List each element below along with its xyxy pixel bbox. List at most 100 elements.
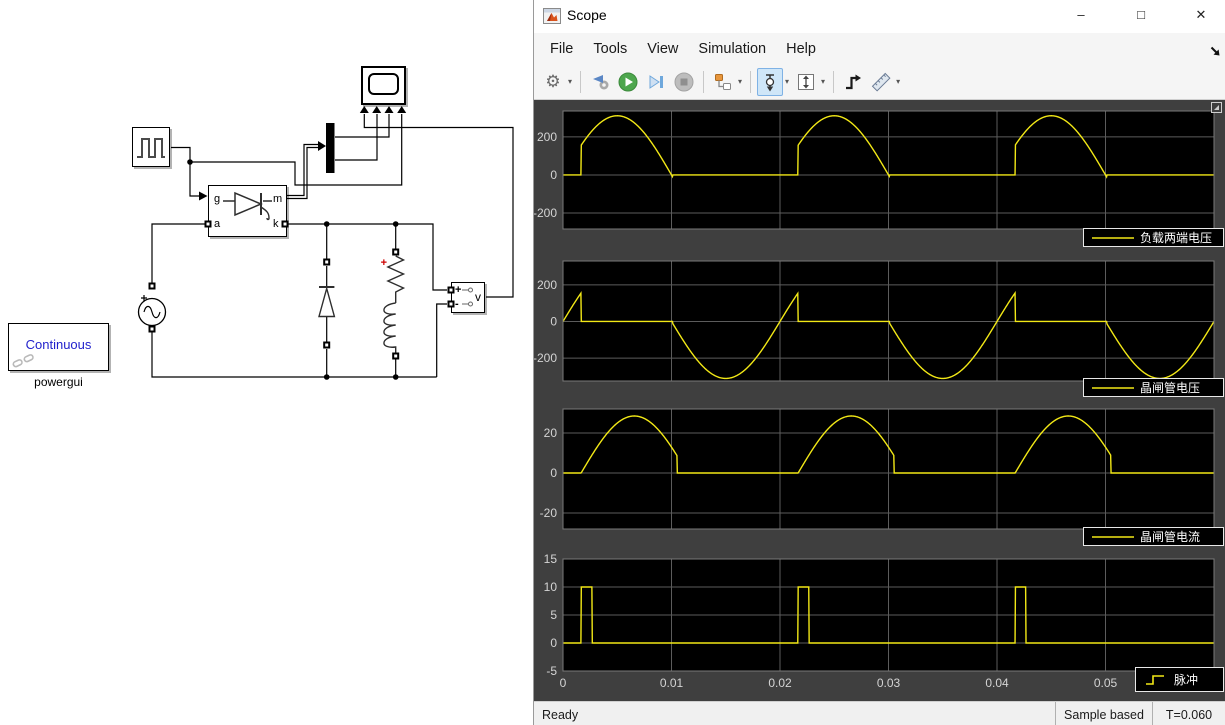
pulse-generator-block[interactable]	[132, 127, 170, 167]
svg-text:0: 0	[550, 466, 557, 480]
ac-voltage-source-block[interactable]	[137, 295, 167, 327]
powergui-block[interactable]: Continuous	[8, 323, 109, 371]
span-caret[interactable]: ▾	[821, 77, 825, 86]
legend-label: 晶闸管电流	[1140, 530, 1201, 544]
cursor-measurements-caret[interactable]: ▾	[785, 77, 789, 86]
maximize-button[interactable]: □	[1124, 0, 1158, 30]
powergui-label: powergui	[34, 375, 83, 389]
svg-text:200: 200	[537, 130, 557, 144]
status-sample-mode: Sample based	[1055, 702, 1152, 725]
scope-app-icon	[543, 8, 561, 24]
dock-icon[interactable]	[1209, 45, 1222, 58]
menu-view[interactable]: View	[637, 37, 688, 61]
legend-label: 晶闸管电压	[1140, 381, 1201, 395]
stop-button	[671, 68, 697, 96]
port-squares	[148, 220, 455, 360]
step-forward-icon	[649, 74, 664, 89]
svg-text:0: 0	[550, 636, 557, 650]
scope-screen-icon	[368, 73, 399, 95]
legend-thyristor-voltage[interactable]: 晶闸管电压	[1083, 378, 1224, 397]
menu-help[interactable]: Help	[776, 37, 826, 61]
menu-tools[interactable]: Tools	[583, 37, 637, 61]
square-wave-icon	[137, 138, 165, 158]
broken-chain-icon	[12, 354, 34, 368]
rl-polarity-plus: +	[381, 257, 387, 269]
toolbar: ⚙ ▾ ▾ ▾ ▾ ▾	[534, 64, 1225, 100]
span-button[interactable]	[793, 68, 819, 96]
svg-text:0: 0	[550, 168, 557, 182]
cursor-measurements-icon	[765, 73, 775, 91]
configure-signals-caret[interactable]: ▾	[738, 77, 742, 86]
trigger-icon	[846, 74, 862, 89]
configure-signals-icon	[715, 73, 732, 90]
legend-load-voltage[interactable]: 负载两端电压	[1083, 228, 1224, 247]
legend-label: 脉冲	[1174, 673, 1199, 687]
svg-text:0.03: 0.03	[877, 676, 901, 690]
panel-expand-icon[interactable]	[1211, 102, 1222, 113]
legend-pulse[interactable]: 脉冲	[1135, 667, 1224, 692]
menu-file[interactable]: File	[540, 37, 583, 61]
voltage-measurement-block[interactable]: + - v	[451, 282, 485, 313]
legend-line-icon	[1092, 236, 1134, 239]
powergui-mode-text: Continuous	[25, 337, 92, 352]
close-button[interactable]: ✕	[1184, 0, 1218, 30]
step-forward-button[interactable]	[643, 68, 669, 96]
highlight-block-icon	[593, 74, 609, 89]
svg-text:0.04: 0.04	[985, 676, 1009, 690]
measurements-button[interactable]	[868, 68, 894, 96]
gear-icon: ⚙	[545, 72, 561, 91]
ruler-icon	[871, 72, 891, 92]
status-sim-time: T=0.060	[1152, 702, 1225, 725]
configure-signals-button[interactable]	[710, 68, 736, 96]
statusbar: Ready Sample based T=0.060	[534, 701, 1225, 725]
menubar: File Tools View Simulation Help	[534, 33, 1225, 64]
measurements-caret[interactable]: ▾	[896, 77, 900, 86]
legend-step-icon	[1146, 674, 1164, 685]
trigger-button[interactable]	[840, 68, 866, 96]
svg-text:200: 200	[537, 278, 557, 292]
demux-block[interactable]	[326, 123, 335, 173]
scope-plots: 2000-2002000-200200-20151050-50 0.01 0.02 0…	[533, 110, 1215, 690]
menu-simulation[interactable]: Simulation	[688, 37, 776, 61]
svg-text:-5: -5	[546, 664, 557, 678]
window-title: Scope	[567, 7, 607, 23]
minimize-button[interactable]: –	[1064, 0, 1098, 30]
thyristor-block[interactable]: g m a k	[208, 185, 287, 237]
svg-text:0.01: 0.01	[660, 676, 684, 690]
svg-text:20: 20	[544, 426, 558, 440]
vm-link-icon	[462, 287, 473, 307]
svg-text:5: 5	[550, 608, 557, 622]
run-icon	[618, 72, 638, 91]
svg-text:0.02: 0.02	[768, 676, 792, 690]
svg-text:10: 10	[544, 580, 558, 594]
series-rl-branch-block[interactable]	[383, 255, 406, 353]
highlight-simulink-block-button[interactable]	[587, 68, 613, 96]
diode-block[interactable]	[318, 285, 336, 318]
svg-text:-200: -200	[534, 351, 557, 365]
legend-thyristor-current[interactable]: 晶闸管电流	[1083, 527, 1224, 546]
plot-region: 200 0 -200 200 0 -200 20 0 -20 15 10 5 0 -5 0 0.01 0.02 0…	[533, 100, 1225, 701]
run-button[interactable]	[615, 68, 641, 96]
port-label-k: k	[273, 218, 279, 230]
svg-text:0: 0	[550, 314, 557, 328]
svg-text:0.05: 0.05	[1094, 676, 1118, 690]
stop-icon	[674, 72, 694, 91]
legend-label: 负载两端电压	[1140, 231, 1213, 245]
port-label-m: m	[273, 193, 283, 205]
legend-line-icon	[1092, 386, 1134, 389]
legend-line-icon	[1092, 535, 1134, 538]
status-text: Ready	[542, 707, 579, 722]
svg-text:-20: -20	[540, 506, 558, 520]
svg-text:15: 15	[544, 552, 558, 566]
port-label-g: g	[214, 193, 221, 205]
screen: g m a k + - v Continuous powergui + Scop…	[0, 0, 1225, 725]
scope-block[interactable]	[361, 66, 406, 105]
svg-text:0: 0	[560, 676, 567, 690]
titlebar[interactable]: Scope – □ ✕	[534, 0, 1225, 33]
port-label-a: a	[214, 218, 221, 230]
svg-text:-200: -200	[534, 206, 557, 220]
settings-dropdown-caret[interactable]: ▾	[568, 77, 572, 86]
settings-gear-button[interactable]: ⚙	[540, 68, 566, 96]
span-xy-icon	[798, 73, 815, 90]
cursor-measurements-button[interactable]	[757, 67, 784, 96]
